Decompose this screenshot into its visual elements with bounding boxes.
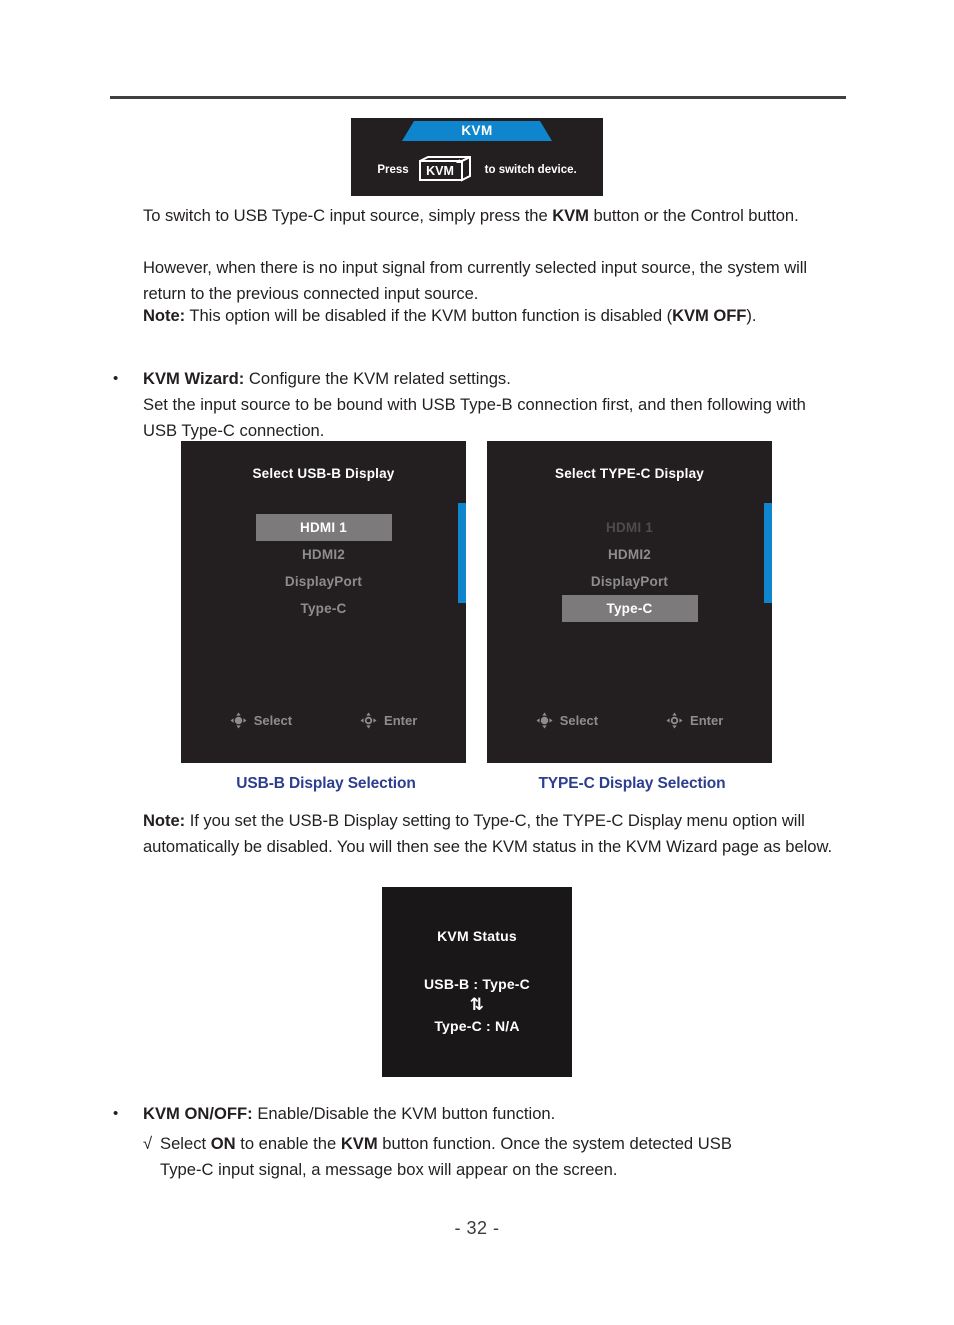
svg-text:KVM: KVM: [426, 164, 454, 178]
sub2-part-a: Select: [160, 1134, 211, 1153]
caption-type-c-display-selection: TYPE-C Display Selection: [538, 775, 726, 792]
sub2-part-b: to enable the: [235, 1134, 341, 1153]
osd-type-c-select-hint[interactable]: Select: [536, 712, 598, 729]
kvm-message-row: Press KVM to switch device.: [351, 156, 603, 183]
para1-bold-kvm: KVM: [552, 206, 589, 225]
bullet-kvm-on-off-label: KVM ON/OFF:: [143, 1104, 253, 1123]
osd-type-c-select-label: Select: [559, 713, 599, 728]
para1-line1-part-a: To switch to USB Type-C input source, si…: [143, 206, 553, 225]
osd-type-c-item-hdmi2[interactable]: HDMI2: [562, 541, 698, 568]
osd-usb-b-display: Select USB-B Display HDMI 1 HDMI2 Displa…: [181, 441, 466, 763]
osd-type-c-enter-label: Enter: [690, 713, 724, 728]
subbullet-select-on-body: Select ON to enable the KVM button funct…: [160, 1131, 763, 1183]
paragraph-switch-typec: To switch to USB Type-C input source, si…: [143, 203, 843, 229]
note-label: Note:: [143, 306, 186, 325]
bullet-kvm-wizard-label: KVM Wizard:: [143, 369, 245, 388]
bullet-marker: •: [113, 370, 119, 387]
header-divider: [110, 96, 846, 99]
para1-line2: However, when there is no input signal f…: [143, 258, 808, 304]
kvm-status-screenshot: KVM Status USB-B : Type-C ⇅ Type-C : N/A: [382, 887, 572, 1077]
osd-usb-b-title: Select USB-B Display: [252, 466, 395, 481]
kvm-status-lines: USB-B : Type-C ⇅ Type-C : N/A: [382, 973, 572, 1037]
osd-type-c-item-displayport[interactable]: DisplayPort: [562, 568, 698, 595]
kvm-key-icon: KVM: [418, 156, 476, 183]
check-marker-icon: √: [143, 1134, 153, 1153]
bullet-kvm-on-off: • KVM ON/OFF: Enable/Disable the KVM but…: [113, 1101, 843, 1127]
paragraph-note-kvm-off: Note: This option will be disabled if th…: [143, 303, 843, 329]
para1-line1-part-b: button or the Control button.: [588, 206, 799, 225]
joystick-enter-icon: [666, 712, 683, 729]
osd-type-c-footer: Select Enter: [487, 712, 772, 729]
joystick-select-icon: [230, 712, 247, 729]
subbullet-select-on: √ Select ON to enable the KVM button fun…: [143, 1131, 763, 1183]
kvm-status-usb-b-line: USB-B : Type-C: [424, 976, 530, 992]
note-tail: ).: [746, 306, 757, 325]
sub2-bold-on: ON: [210, 1134, 236, 1153]
bullet-kvm-wizard-text: Configure the KVM related settings.: [244, 369, 511, 388]
bullet-kvm-wizard-body: KVM Wizard: Configure the KVM related se…: [143, 366, 843, 445]
kvm-status-type-c-line: Type-C : N/A: [434, 1018, 520, 1034]
osd-type-c-title: Select TYPE-C Display: [554, 466, 704, 481]
osd-usb-b-footer: Select Enter: [181, 712, 466, 729]
osd-type-c-list: HDMI 1 HDMI2 DisplayPort Type-C: [487, 514, 772, 622]
bullet-kvm-wizard-line2: Set the input source to be bound with US…: [143, 395, 806, 441]
sub2-bold-kvm: KVM: [340, 1134, 378, 1153]
osd-usb-b-enter-hint[interactable]: Enter: [360, 712, 417, 729]
up-down-arrow-icon: ⇅: [469, 995, 485, 1015]
osd-type-c-enter-hint[interactable]: Enter: [666, 712, 723, 729]
page-number: - 32 -: [454, 1218, 500, 1238]
note2-text: If you set the USB-B Display setting to …: [143, 811, 833, 857]
osd-usb-b-enter-label: Enter: [384, 713, 418, 728]
joystick-enter-icon: [360, 712, 377, 729]
osd-usb-b-scrollbar[interactable]: [458, 503, 466, 603]
note-bold-kvm-off: KVM OFF: [672, 306, 747, 325]
osd-type-c-display: Select TYPE-C Display HDMI 1 HDMI2 Displ…: [487, 441, 772, 763]
osd-usb-b-item-typec[interactable]: Type-C: [256, 595, 392, 622]
bullet-kvm-on-off-body: KVM ON/OFF: Enable/Disable the KVM butto…: [143, 1101, 843, 1127]
osd-usb-b-item-displayport[interactable]: DisplayPort: [256, 568, 392, 595]
kvm-status-title: KVM Status: [437, 928, 517, 944]
osd-usb-b-list: HDMI 1 HDMI2 DisplayPort Type-C: [181, 514, 466, 622]
osd-usb-b-item-hdmi2[interactable]: HDMI2: [256, 541, 392, 568]
bullet-kvm-on-off-text: Enable/Disable the KVM button function.: [252, 1104, 556, 1123]
osd-type-c-scrollbar[interactable]: [764, 503, 772, 603]
note2-label: Note:: [143, 811, 186, 830]
osd-type-c-item-hdmi1: HDMI 1: [606, 520, 653, 535]
switch-device-label: to switch device.: [484, 163, 577, 176]
paragraph-note-usb-b-typec: Note: If you set the USB-B Display setti…: [143, 808, 843, 860]
osd-usb-b-select-label: Select: [253, 713, 293, 728]
note-text: This option will be disabled if the KVM …: [185, 306, 673, 325]
paragraph-no-input-signal: However, when there is no input signal f…: [143, 255, 843, 307]
press-label: Press: [377, 163, 409, 176]
joystick-select-icon: [536, 712, 553, 729]
osd-usb-b-select-hint[interactable]: Select: [230, 712, 292, 729]
osd-usb-b-item-hdmi1[interactable]: HDMI 1: [255, 514, 392, 541]
caption-usb-b-display-selection: USB-B Display Selection: [236, 775, 416, 792]
kvm-banner-label: KVM: [402, 121, 552, 141]
osd-type-c-item-typec[interactable]: Type-C: [561, 595, 698, 622]
kvm-message-screenshot: KVM Press KVM to switch device.: [351, 118, 603, 196]
bullet-marker: •: [113, 1105, 119, 1122]
bullet-kvm-wizard: • KVM Wizard: Configure the KVM related …: [113, 366, 843, 445]
